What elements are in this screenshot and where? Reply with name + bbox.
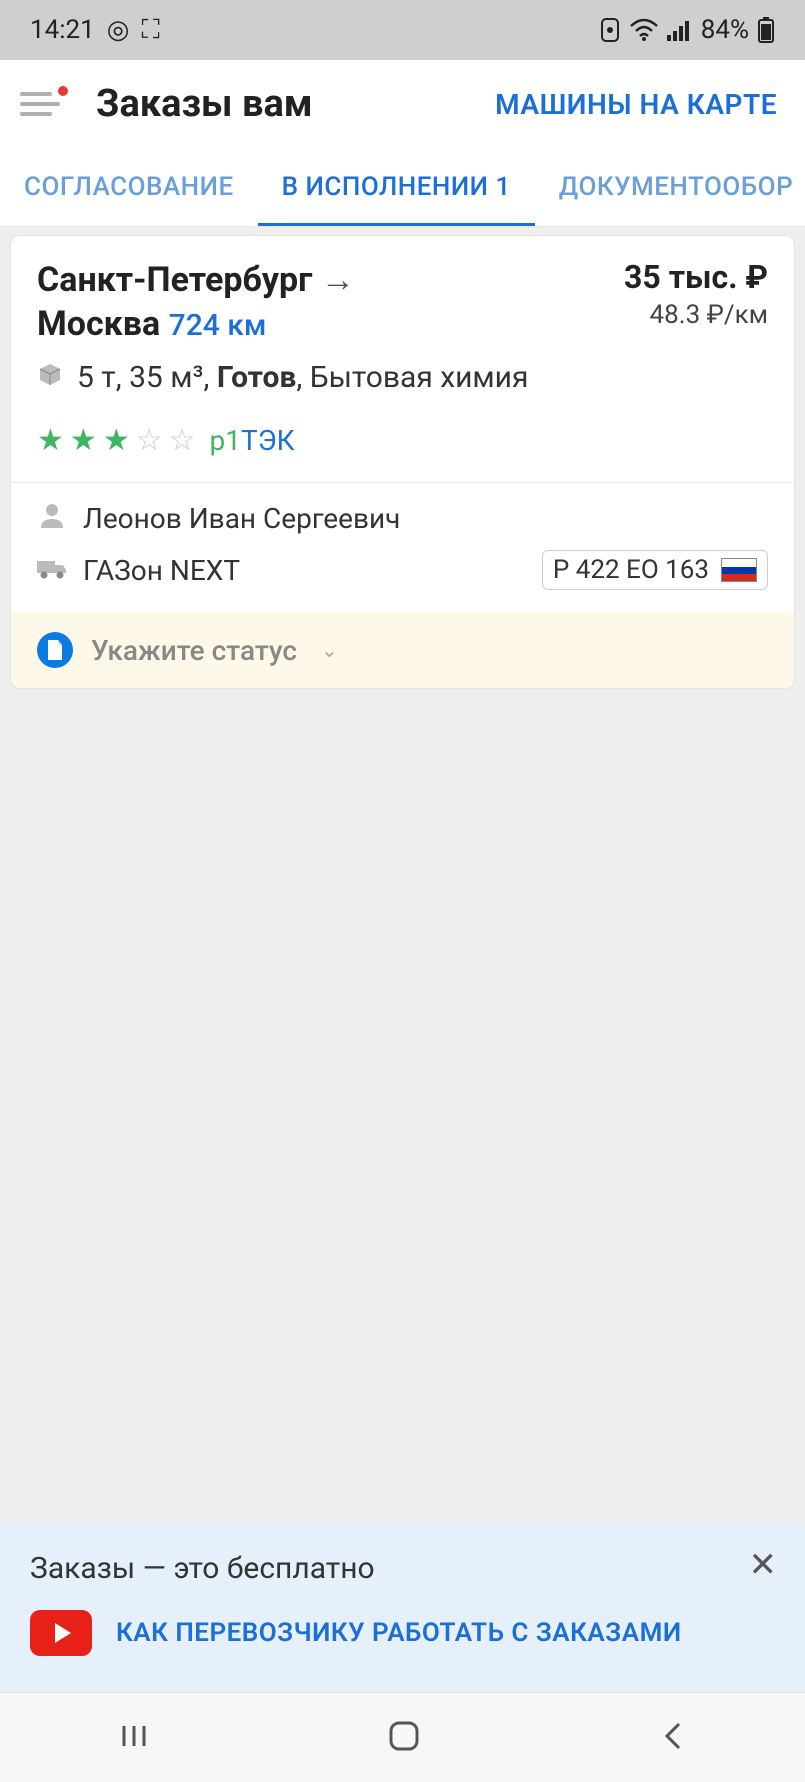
document-icon [37,632,73,668]
app-header: Заказы вам МАШИНЫ НА КАРТЕ [0,60,805,148]
route-from: Санкт-Петербург [37,260,312,300]
cargo-status: Готов [217,360,297,395]
signal-icon [667,19,693,41]
star-empty-icon: ☆ [136,423,163,458]
chevron-down-icon: ⌄ [321,638,338,662]
nav-home-button[interactable] [386,1718,422,1758]
order-card[interactable]: Санкт-Петербург → Москва 724 км 35 тыс. … [10,235,795,689]
plate-number: Р 422 ЕО 163 [553,555,709,585]
vehicle-row: ГАЗон NEXT Р 422 ЕО 163 [37,550,768,590]
driver-name: Леонов Иван Сергеевич [83,502,400,535]
status-selector[interactable]: Укажите статус ⌄ [11,612,794,688]
star-icon: ★ [37,423,64,458]
notification-dot-icon [58,86,68,96]
status-screen-icon: ⛶ [141,15,159,46]
order-price-per-km: 48.3 ₽/км [624,300,768,330]
route: Санкт-Петербург → Москва 724 км [37,258,355,346]
vehicle-name: ГАЗон NEXT [83,554,240,587]
arrow-icon: → [321,260,355,300]
battery-percent: 84% [701,15,749,45]
star-icon: ★ [103,423,130,458]
tabs: СОГЛАСОВАНИЕ В ИСПОЛНЕНИИ 1 ДОКУМЕНТООБО… [0,148,805,227]
person-icon [37,501,67,536]
status-bar: 14:21 ◎ ⛶ 84% [0,0,805,60]
battery-icon [757,17,775,43]
driver-row: Леонов Иван Сергеевич [37,501,768,536]
flag-ru-icon [721,558,757,582]
nav-back-button[interactable] [659,1720,687,1756]
wifi-icon [629,18,659,42]
company-name: p1ТЭК [210,424,295,457]
banner-link[interactable]: КАК ПЕРЕВОЗЧИКУ РАБОТАТЬ С ЗАКАЗАМИ [116,1618,682,1648]
tab-approval[interactable]: СОГЛАСОВАНИЕ [0,148,258,226]
page-title: Заказы вам [96,82,495,126]
route-distance: 724 км [169,308,267,343]
tab-documents[interactable]: ДОКУМЕНТООБОР [535,148,805,226]
nfc-icon [599,17,621,43]
status-time: 14:21 [30,15,95,45]
banner-title: Заказы — это бесплатно [30,1551,775,1586]
star-icon: ★ [70,423,97,458]
close-icon[interactable]: ✕ [749,1545,778,1585]
content-area: Санкт-Петербург → Москва 724 км 35 тыс. … [0,227,805,1523]
status-label: Укажите статус [91,634,297,667]
route-to: Москва [37,304,160,344]
license-plate: Р 422 ЕО 163 [542,550,768,590]
menu-button[interactable] [20,80,68,128]
youtube-icon[interactable] [30,1610,92,1656]
nav-recent-button[interactable] [118,1720,150,1756]
tab-in-progress[interactable]: В ИСПОЛНЕНИИ 1 [258,148,535,226]
map-link[interactable]: МАШИНЫ НА КАРТЕ [495,88,777,121]
cargo-info: 5 т, 35 м³, Готов, Бытовая химия [37,360,768,395]
truck-icon [37,554,67,587]
android-nav-bar [0,1692,805,1782]
rating-row: ★ ★ ★ ☆ ☆ p1ТЭК [37,423,768,458]
status-app-icon: ◎ [107,15,130,45]
info-banner: ✕ Заказы — это бесплатно КАК ПЕРЕВОЗЧИКУ… [0,1523,805,1692]
cargo-specs: 5 т, 35 м³, [77,360,217,395]
order-price: 35 тыс. ₽ [624,258,768,296]
cargo-type: , Бытовая химия [296,360,528,395]
box-icon [37,360,63,395]
star-empty-icon: ☆ [169,423,196,458]
